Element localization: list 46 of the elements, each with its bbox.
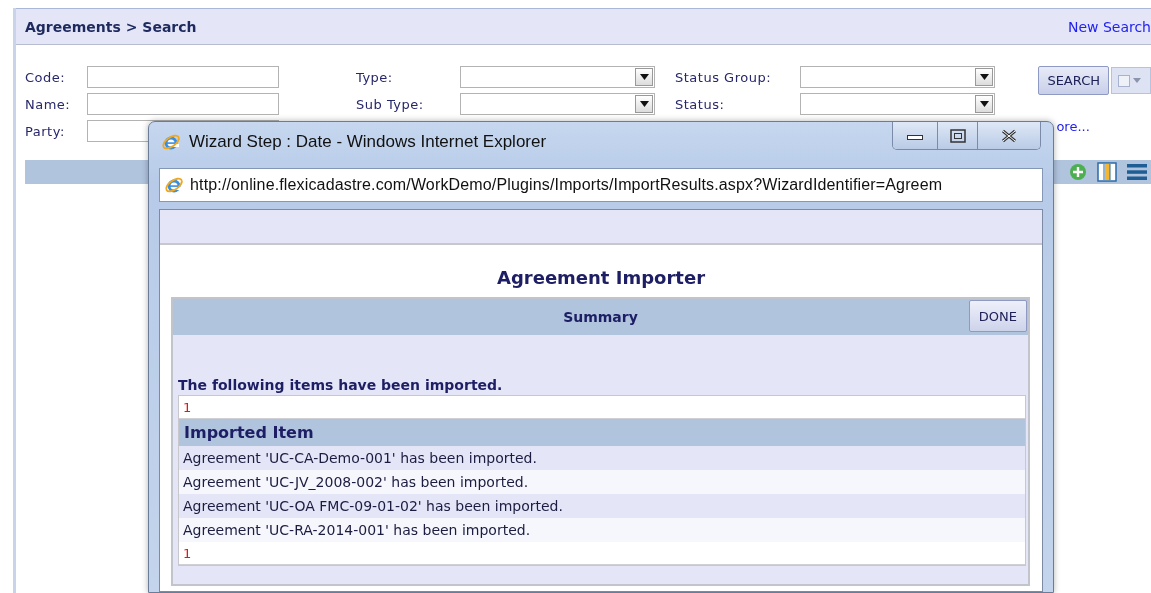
dropdown-field[interactable]: [460, 66, 655, 88]
window-title: Wizard Step : Date - Windows Internet Explorer: [189, 132, 547, 152]
close-button[interactable]: [978, 122, 1040, 149]
checkbox-icon: [1118, 74, 1130, 87]
close-icon: [1001, 128, 1017, 143]
field-label: Type:: [356, 69, 394, 85]
table-row: Agreement 'UC-JV_2008-002' has been imported.: [179, 470, 1025, 494]
field-label: Party:: [25, 123, 66, 139]
list-icon[interactable]: [1127, 163, 1147, 181]
page-number[interactable]: 1: [183, 545, 192, 561]
dropdown-field[interactable]: [460, 93, 655, 115]
caret-icon: [979, 101, 989, 107]
table-row: Agreement 'UC-RA-2014-001' has been imported.: [179, 518, 1025, 542]
columns-icon[interactable]: [1097, 162, 1117, 182]
maximize-button[interactable]: [938, 122, 978, 149]
page-heading: Agreement Importer: [496, 267, 706, 288]
address-bar[interactable]: http://online.flexicadastre.com/WorkDemo/Plugins/Imports/ImportResults.aspx?WizardIdentifier=Agreem: [159, 168, 1043, 202]
add-icon[interactable]: [1069, 163, 1087, 181]
dropdown-field[interactable]: [800, 93, 995, 115]
browser-logo-icon: [164, 175, 184, 195]
field-label: Status:: [675, 96, 726, 112]
field-label: Status Group:: [675, 69, 772, 85]
import-message: The following items have been imported.: [178, 377, 504, 393]
search-button[interactable]: SEARCH: [1038, 66, 1109, 95]
page-number[interactable]: 1: [183, 399, 192, 415]
breadcrumb: Agreements > Search: [25, 18, 197, 35]
url-text: http://online.flexicadastre.com/WorkDemo/Plugins/Imports/ImportResults.aspx?WizardIdentifier=Agreem: [190, 176, 943, 194]
options-dropdown[interactable]: [1111, 67, 1151, 94]
browser-logo-icon: [161, 132, 181, 152]
caret-icon: [1133, 78, 1141, 83]
minimize-button[interactable]: [893, 122, 938, 149]
maximize-icon: [949, 128, 966, 143]
done-button[interactable]: DONE: [968, 300, 1027, 332]
text-field[interactable]: [87, 93, 279, 115]
caret-icon: [639, 101, 649, 107]
new-search-link[interactable]: New Search: [1067, 18, 1151, 35]
field-label: Code:: [25, 69, 67, 85]
column-header: Imported Item: [179, 419, 1025, 446]
dropdown-field[interactable]: [800, 66, 995, 88]
panel-title: Summary: [563, 309, 638, 325]
field-label: Sub Type:: [356, 96, 425, 112]
more-link[interactable]: ore...: [1056, 119, 1090, 134]
caret-icon: [639, 74, 649, 80]
text-field[interactable]: [87, 66, 279, 88]
field-label: Name:: [25, 96, 72, 112]
caret-icon: [979, 74, 989, 80]
